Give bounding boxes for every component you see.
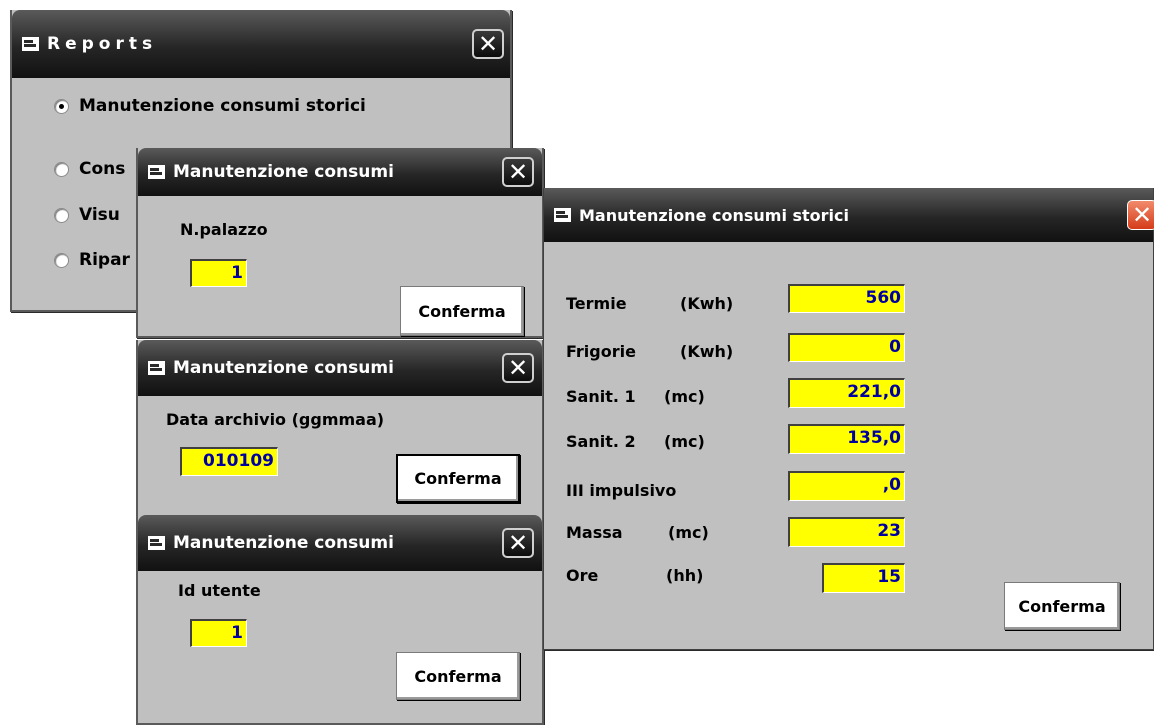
ore-input[interactable]: 15 — [822, 563, 905, 593]
utente-label: Id utente — [178, 581, 261, 600]
data-input[interactable]: 010109 — [180, 447, 278, 476]
frigorie-input[interactable]: 0 — [788, 333, 905, 362]
radio-label: Manutenzione consumi storici — [79, 96, 366, 116]
ore-label: Ore — [566, 566, 599, 585]
utente-title: Manutenzione consumi — [173, 533, 394, 553]
window-app-icon — [148, 536, 165, 550]
data-confirm-button[interactable]: Conferma — [396, 454, 520, 503]
palazzo-confirm-button[interactable]: Conferma — [400, 286, 524, 336]
sanit1-unit: (mc) — [664, 387, 705, 406]
data-title: Manutenzione consumi — [173, 358, 394, 378]
sanit2-label: Sanit. 2 — [566, 432, 636, 451]
palazzo-label: N.palazzo — [180, 220, 268, 239]
data-label: Data archivio (ggmmaa) — [166, 410, 385, 429]
window-app-icon — [554, 208, 571, 222]
radio-button[interactable] — [54, 252, 69, 268]
radio-option-manutenzione-storici[interactable]: Manutenzione consumi storici — [54, 96, 366, 116]
sanit1-label: Sanit. 1 — [566, 387, 636, 406]
close-icon[interactable]: ✕ — [502, 353, 534, 383]
storici-titlebar[interactable]: Manutenzione consumi storici ✕ — [544, 188, 1154, 242]
palazzo-input[interactable]: 1 — [190, 259, 247, 287]
reports-title: Reports — [47, 34, 158, 54]
close-icon[interactable]: ✕ — [1127, 200, 1154, 230]
close-icon[interactable]: ✕ — [502, 528, 534, 558]
utente-confirm-button[interactable]: Conferma — [396, 652, 520, 700]
palazzo-titlebar[interactable]: Manutenzione consumi ✕ — [138, 148, 542, 196]
frigorie-label: Frigorie — [566, 342, 636, 361]
data-dialog: Manutenzione consumi ✕ Data archivio (gg… — [136, 340, 544, 520]
termie-unit: (Kwh) — [680, 294, 734, 313]
storici-dialog: Manutenzione consumi storici ✕ Termie (K… — [543, 188, 1154, 650]
ore-unit: (hh) — [666, 566, 704, 585]
radio-label: Ripar — [79, 250, 130, 270]
impulsivo-label: III impulsivo — [566, 481, 677, 500]
radio-label: Cons — [79, 159, 126, 179]
sanit2-input[interactable]: 135,0 — [788, 424, 905, 454]
close-icon[interactable]: ✕ — [502, 157, 534, 187]
termie-input[interactable]: 560 — [788, 284, 905, 313]
radio-label: Visu — [79, 205, 120, 225]
palazzo-dialog: Manutenzione consumi ✕ N.palazzo 1 Confe… — [136, 148, 544, 338]
radio-option-4[interactable]: Ripar — [54, 250, 130, 270]
radio-button[interactable] — [54, 161, 69, 177]
window-app-icon — [22, 37, 39, 51]
massa-input[interactable]: 23 — [788, 517, 905, 547]
close-icon[interactable]: ✕ — [472, 29, 504, 59]
radio-option-3[interactable]: Visu — [54, 205, 120, 225]
window-app-icon — [148, 361, 165, 375]
palazzo-title: Manutenzione consumi — [173, 162, 394, 182]
utente-dialog: Manutenzione consumi ✕ Id utente 1 Confe… — [136, 515, 544, 725]
radio-button[interactable] — [54, 207, 69, 223]
storici-title: Manutenzione consumi storici — [579, 205, 850, 225]
frigorie-unit: (Kwh) — [680, 342, 734, 361]
utente-titlebar[interactable]: Manutenzione consumi ✕ — [138, 515, 542, 571]
window-app-icon — [148, 165, 165, 179]
sanit2-unit: (mc) — [664, 432, 705, 451]
termie-label: Termie — [566, 294, 627, 313]
utente-input[interactable]: 1 — [190, 619, 247, 647]
storici-confirm-button[interactable]: Conferma — [1004, 582, 1120, 630]
data-titlebar[interactable]: Manutenzione consumi ✕ — [138, 340, 542, 396]
sanit1-input[interactable]: 221,0 — [788, 378, 905, 408]
radio-button[interactable] — [54, 98, 69, 114]
reports-titlebar[interactable]: Reports ✕ — [12, 10, 510, 78]
impulsivo-input[interactable]: ,0 — [788, 471, 905, 501]
massa-unit: (mc) — [668, 523, 709, 542]
massa-label: Massa — [566, 523, 623, 542]
radio-option-2[interactable]: Cons — [54, 159, 125, 179]
